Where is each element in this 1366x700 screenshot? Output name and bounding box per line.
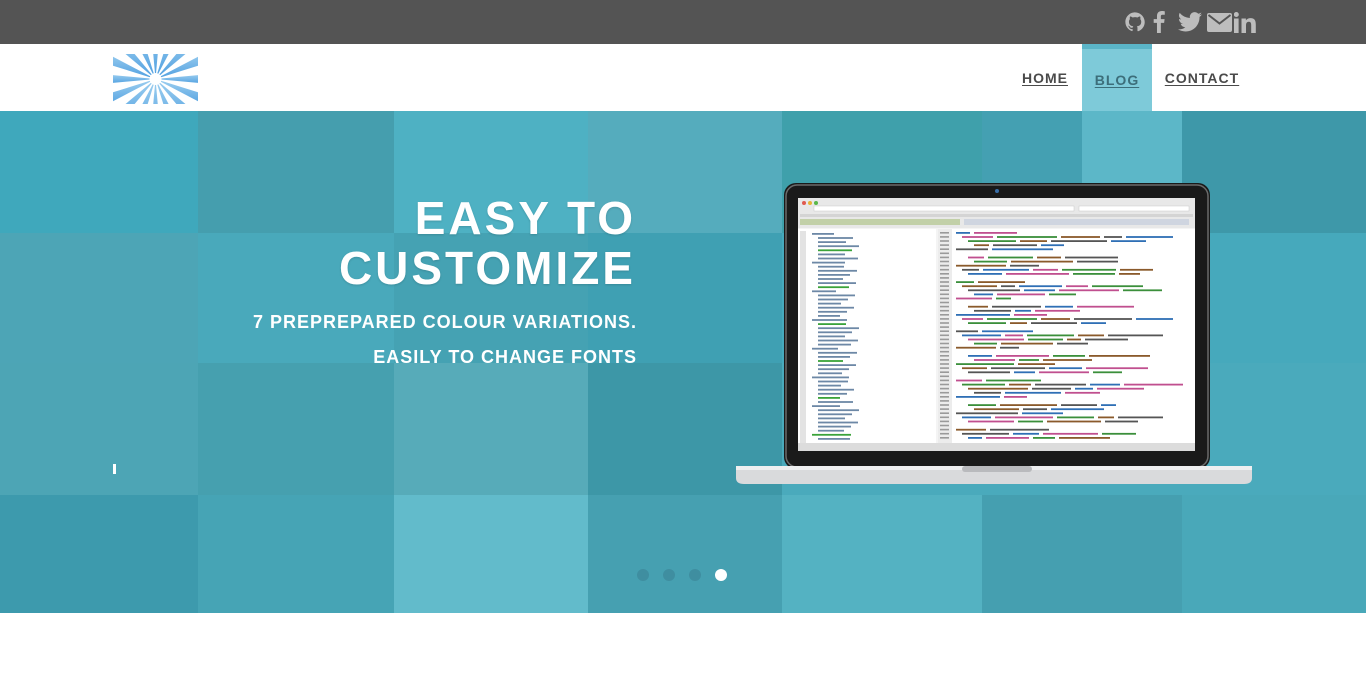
hero-title-line-1: EASY TO — [414, 192, 636, 244]
slider-pagination — [637, 569, 727, 581]
slide-dot-2[interactable] — [663, 569, 675, 581]
facebook-icon[interactable] — [1150, 8, 1168, 36]
linkedin-icon[interactable] — [1233, 8, 1257, 36]
nav-contact[interactable]: CONTACT — [1158, 44, 1246, 111]
mail-icon[interactable] — [1206, 8, 1232, 36]
slide-dot-3[interactable] — [689, 569, 701, 581]
twitter-icon[interactable] — [1177, 8, 1203, 36]
slide-dot-4[interactable] — [715, 569, 727, 581]
hero-title: EASY TO CUSTOMIZE — [339, 193, 636, 293]
laptop-with-code-editor — [734, 181, 1254, 487]
starburst-logo[interactable] — [95, 19, 216, 139]
nav-home[interactable]: HOME — [1013, 44, 1077, 111]
hero-slider: EASY TO CUSTOMIZE 7 PREPREPARED COLOUR V… — [0, 111, 1366, 613]
slide-dot-1[interactable] — [637, 569, 649, 581]
hero-subtitle-1: 7 PREPREPARED COLOUR VARIATIONS. — [252, 312, 637, 332]
github-icon[interactable] — [1123, 8, 1147, 36]
site-header: HOME BLOG CONTACT — [0, 19, 1366, 139]
hero-title-line-2: CUSTOMIZE — [338, 242, 636, 294]
top-bar — [0, 0, 1366, 44]
text-cursor-mark — [113, 464, 116, 474]
hero-subtitle-2: EASILY TO CHANGE FONTS — [373, 347, 637, 367]
nav-blog[interactable]: BLOG — [1082, 44, 1152, 111]
